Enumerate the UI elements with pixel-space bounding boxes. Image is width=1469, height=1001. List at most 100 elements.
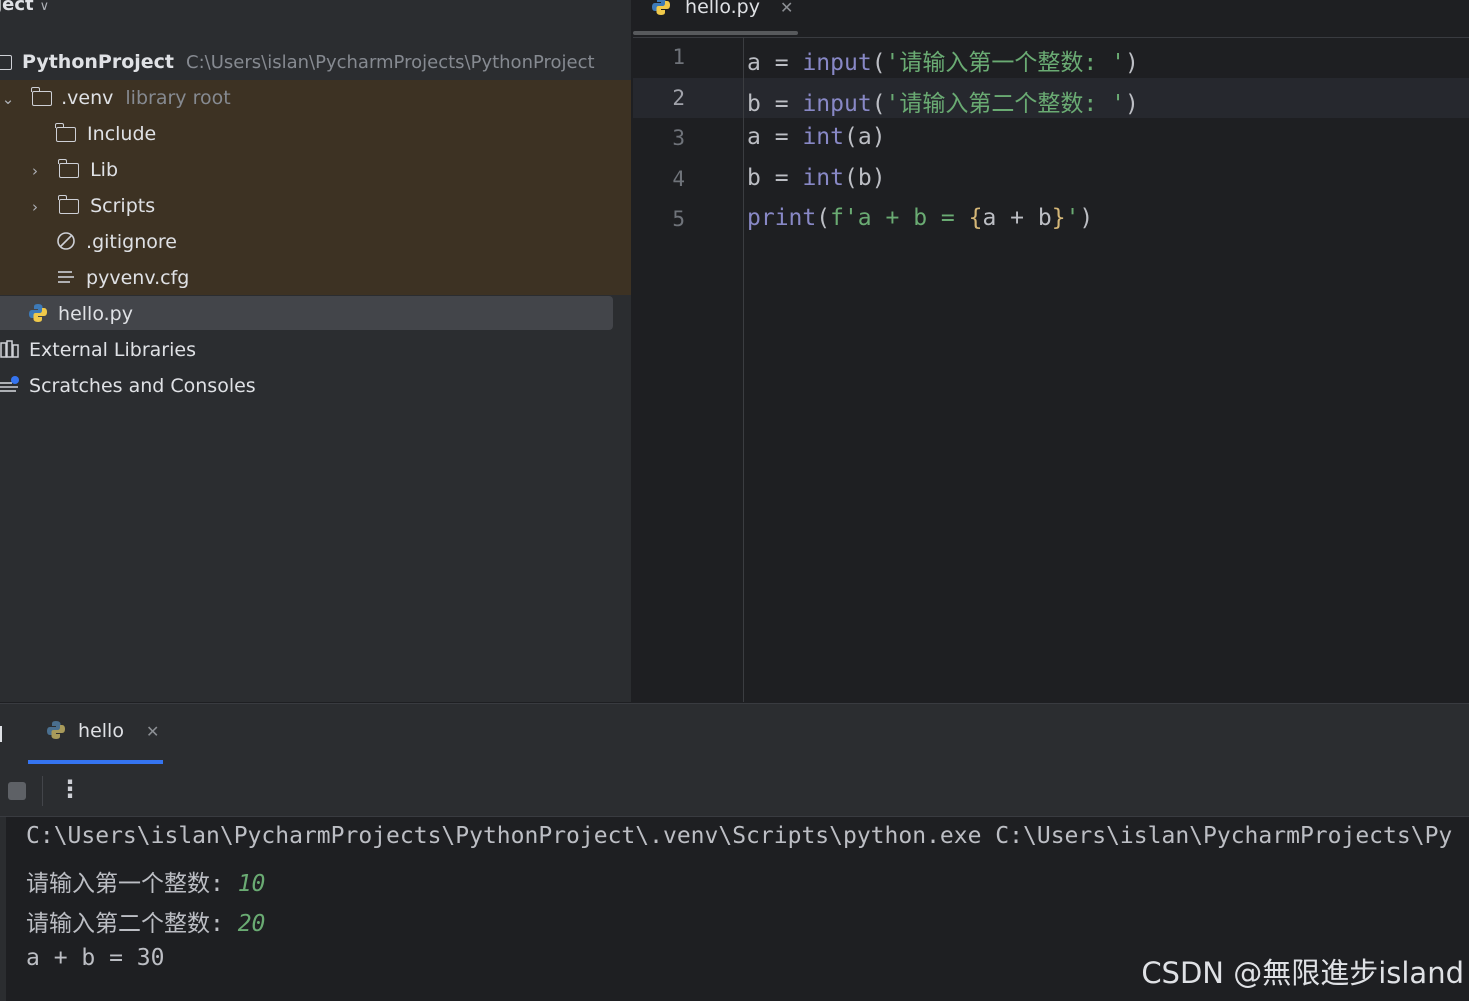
include-label: Include (87, 123, 157, 145)
gitignore-label: .gitignore (86, 231, 177, 253)
code-token: int (802, 124, 844, 150)
chevron-right-icon[interactable]: › (27, 153, 43, 189)
pyvenv-label: pyvenv.cfg (86, 267, 190, 289)
code-token: { (968, 205, 983, 231)
python-run-icon (47, 721, 65, 739)
code-token: ) (1124, 91, 1139, 117)
run-panel-title-fragment (0, 726, 2, 742)
tree-item-include[interactable]: Include (55, 116, 157, 152)
close-icon[interactable]: ✕ (146, 722, 159, 741)
toolbar-separator (42, 776, 43, 806)
line-number: 4 (672, 167, 685, 191)
python-file-icon (652, 0, 670, 15)
code-line[interactable]: b = int(b) (747, 165, 886, 191)
console-user-input: 20 (237, 911, 266, 937)
tree-item-external-libraries[interactable]: External Libraries (0, 332, 196, 368)
tree-item-project-root[interactable]: PythonProject C:\Users\islan\PycharmProj… (0, 44, 595, 80)
code-line[interactable]: print(f'a + b = {a + b}') (747, 205, 1093, 231)
code-token: a + b (982, 205, 1052, 231)
venv-note: library root (125, 87, 231, 109)
tree-item-gitignore[interactable]: .gitignore (56, 224, 177, 260)
code-token: = (774, 50, 789, 76)
code-line[interactable]: a = int(a) (747, 124, 886, 150)
editor-tab-label: hello.py (685, 0, 760, 18)
hello-label: hello.py (58, 303, 133, 325)
code-token: ) (871, 165, 886, 191)
tab-hello-py[interactable]: hello.py ✕ (651, 0, 793, 30)
more-options-icon[interactable]: ⋮ (58, 773, 82, 805)
console-output-line: 请输入第一个整数: 10 (26, 864, 265, 898)
project-root-path: C:\Users\islan\PycharmProjects\PythonPro… (186, 52, 595, 73)
scratches-label: Scratches and Consoles (29, 375, 256, 397)
stop-button[interactable] (8, 782, 26, 800)
console-user-input: 10 (237, 871, 266, 897)
ignore-file-icon (57, 232, 75, 250)
chevron-right-icon[interactable]: › (27, 189, 43, 225)
code-token: ) (1079, 205, 1094, 231)
tree-item-hello[interactable]: hello.py (28, 296, 133, 332)
watermark: CSDN @無限進步island (1141, 956, 1464, 990)
tree-item-scripts[interactable]: › Scripts (27, 188, 155, 224)
project-view-header[interactable]: ject ∨ (0, 0, 49, 20)
folder-icon (0, 51, 12, 70)
run-toolbar: ⋮ (0, 764, 1469, 817)
venv-name: .venv (61, 87, 114, 109)
code-token: int (802, 165, 844, 191)
python-file-icon (29, 304, 47, 322)
external-libraries-label: External Libraries (29, 339, 196, 361)
line-number: 5 (672, 207, 685, 231)
console-prompt: 请输入第一个整数: (26, 871, 238, 897)
project-root-name: PythonProject (22, 51, 174, 73)
code-token: print (747, 205, 817, 231)
code-token: a (747, 50, 761, 76)
line-number: 2 (672, 86, 685, 110)
text-file-icon (58, 271, 74, 283)
folder-icon (58, 195, 80, 214)
library-icon (0, 340, 19, 358)
code-line[interactable]: a = input('请输入第一个整数: ') (747, 43, 1139, 77)
project-view-title: ject (0, 0, 34, 15)
tab-run-hello[interactable]: hello ✕ (46, 720, 159, 742)
code-token: input (802, 50, 872, 76)
tree-item-pyvenv[interactable]: pyvenv.cfg (56, 260, 189, 296)
tree-item-scratches[interactable]: Scratches and Consoles (0, 368, 256, 404)
code-token: f'a + b = (830, 205, 969, 231)
chevron-down-icon[interactable]: ⌄ (0, 81, 16, 117)
code-token: b (747, 165, 761, 191)
code-token: ' (1065, 205, 1080, 231)
folder-icon (58, 159, 80, 178)
close-icon[interactable]: ✕ (780, 0, 793, 17)
console-command-line: C:\Users\islan\PycharmProjects\PythonPro… (26, 823, 1453, 849)
code-token: a (857, 124, 872, 150)
code-token: = (774, 165, 789, 191)
code-token: b (747, 91, 761, 117)
console-result-line: a + b = 30 (26, 945, 165, 971)
gutter-separator (743, 37, 744, 702)
run-tab-label: hello (78, 720, 124, 742)
code-token: '请输入第二个整数: ' (885, 91, 1125, 117)
code-line[interactable]: b = input('请输入第二个整数: ') (747, 84, 1139, 118)
scripts-label: Scripts (90, 195, 156, 217)
tree-item-venv[interactable]: ⌄ .venv library root (0, 80, 231, 116)
tree-item-lib[interactable]: › Lib (27, 152, 118, 188)
chevron-down-icon[interactable]: ∨ (40, 0, 50, 14)
code-token: = (774, 124, 789, 150)
code-token: = (774, 91, 789, 117)
code-editor[interactable]: hello.py ✕ 1 2 3 4 5 a = input('请输入第一个整数… (633, 0, 1469, 702)
code-token: ( (871, 91, 886, 117)
run-tab-bar: hello ✕ (0, 704, 1469, 765)
folder-icon (31, 87, 53, 106)
code-token: a (747, 124, 761, 150)
code-token: ( (871, 50, 886, 76)
code-token: b (857, 165, 872, 191)
console-left-strip (0, 817, 6, 1001)
code-token: input (802, 91, 872, 117)
line-number: 1 (672, 45, 685, 69)
editor-tab-bar: hello.py ✕ (633, 0, 1469, 38)
code-token: ( (816, 205, 831, 231)
line-number: 3 (672, 126, 685, 150)
folder-icon (55, 123, 76, 142)
lib-label: Lib (90, 159, 119, 181)
code-token: } (1051, 205, 1066, 231)
console-prompt: 请输入第二个整数: (26, 911, 238, 937)
